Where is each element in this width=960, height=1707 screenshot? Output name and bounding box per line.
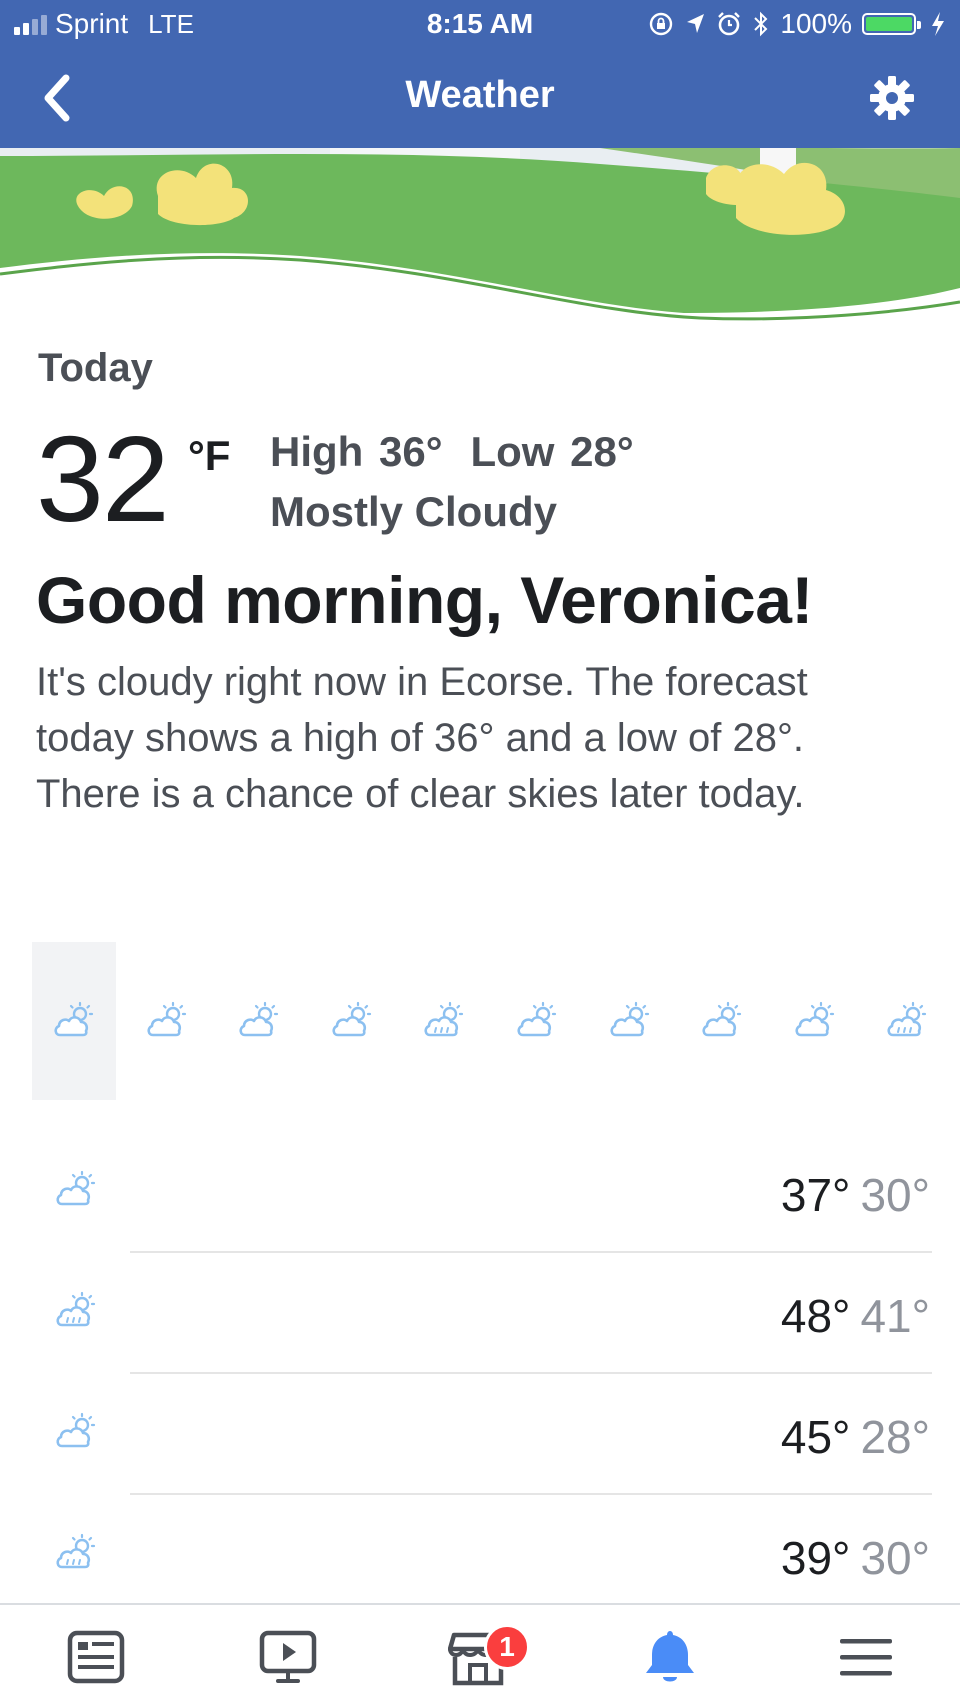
status-right: 100%: [648, 8, 946, 40]
today-high: High 36°: [270, 428, 443, 475]
news-feed-icon[interactable]: [66, 1627, 126, 1687]
daily-icon: [54, 1533, 98, 1573]
partly-cloudy-day-icon: [147, 1001, 187, 1037]
partly-cloudy-day-icon: [795, 1001, 835, 1037]
daily-icon: [54, 1412, 98, 1452]
hourly-item[interactable]: [125, 942, 209, 1100]
orientation-lock-icon: [650, 12, 673, 36]
bluetooth-icon: [754, 11, 768, 37]
partly-cloudy-day-icon: [239, 1001, 279, 1037]
partly-cloudy-day-icon: [610, 1001, 650, 1037]
hourly-item[interactable]: [588, 942, 672, 1100]
greeting-heading: Good morning, Veronica!: [36, 563, 813, 637]
daily-temps: 48° 41°: [781, 1289, 930, 1343]
today-low: Low 28°: [470, 428, 634, 475]
charging-bolt-icon: [932, 12, 944, 36]
daily-forecast-row[interactable]: 39° 30°: [0, 1493, 960, 1615]
today-label: Today: [38, 346, 153, 390]
gear-icon[interactable]: [868, 74, 916, 122]
nav-bar: Weather: [0, 48, 960, 148]
daily-icon: [54, 1170, 98, 1210]
hourly-item[interactable]: [32, 942, 116, 1100]
marketplace-badge: 1: [484, 1624, 530, 1670]
alarm-icon: [718, 12, 741, 36]
daily-forecast-row[interactable]: 37° 30°: [0, 1130, 960, 1252]
daily-temps: 39° 30°: [781, 1531, 930, 1585]
forecast-summary: It's cloudy right now in Ecorse. The for…: [36, 660, 808, 816]
daily-low: 30°: [860, 1169, 930, 1221]
video-play-icon[interactable]: [258, 1627, 318, 1687]
partly-cloudy-day-icon: [702, 1001, 742, 1037]
daily-temps: 37° 30°: [781, 1168, 930, 1222]
bottom-tab-bar: [0, 1603, 960, 1707]
daily-forecast-row[interactable]: 45° 28°: [0, 1372, 960, 1494]
page-title: Weather: [405, 74, 555, 116]
daily-high: 37°: [780, 1169, 851, 1221]
location-arrow-icon: [687, 14, 705, 33]
battery-level: [866, 17, 912, 31]
partly-cloudy-rain-icon: [887, 1001, 927, 1037]
hourly-item[interactable]: [865, 942, 949, 1100]
daily-low: 41°: [860, 1290, 930, 1342]
daily-temps: 45° 28°: [781, 1410, 930, 1464]
bell-icon[interactable]: [640, 1627, 700, 1687]
weather-illustration: [0, 148, 960, 324]
current-condition: Mostly Cloudy: [270, 488, 558, 535]
hamburger-menu-icon[interactable]: [836, 1627, 896, 1687]
partly-cloudy-day-icon: [517, 1001, 557, 1037]
partly-cloudy-day-icon: [56, 1170, 96, 1206]
daily-low: 28°: [860, 1411, 930, 1463]
hourly-item[interactable]: [310, 942, 394, 1100]
partly-cloudy-day-icon: [56, 1412, 96, 1448]
battery-icon: [862, 13, 921, 35]
hourly-item[interactable]: [680, 942, 764, 1100]
grass-hills-illustration: [0, 148, 960, 324]
partly-cloudy-rain-icon: [56, 1533, 96, 1569]
daily-icon: [54, 1291, 98, 1331]
daily-forecast-row[interactable]: 48° 41°: [0, 1251, 960, 1373]
partly-cloudy-day-icon: [54, 1001, 94, 1037]
battery-percent: 100%: [780, 8, 852, 39]
daily-high: 48°: [780, 1290, 851, 1342]
partly-cloudy-rain-icon: [56, 1291, 96, 1327]
hourly-item[interactable]: [402, 942, 486, 1100]
partly-cloudy-rain-icon: [424, 1001, 464, 1037]
top-bar: Sprint LTE 8:15 AM 100% Weather: [0, 0, 960, 148]
hourly-item[interactable]: [773, 942, 857, 1100]
hourly-item[interactable]: [217, 942, 301, 1100]
daily-high: 45°: [780, 1411, 851, 1463]
current-temperature: 32: [36, 411, 170, 547]
daily-high: 39°: [780, 1532, 851, 1584]
temperature-unit: °F: [188, 432, 231, 479]
partly-cloudy-day-icon: [332, 1001, 372, 1037]
status-bar: Sprint LTE 8:15 AM 100%: [0, 0, 960, 48]
daily-low: 30°: [860, 1532, 930, 1584]
high-low: High 36° Low 28°: [270, 428, 634, 476]
hourly-item[interactable]: [495, 942, 579, 1100]
hourly-forecast-strip[interactable]: [32, 942, 932, 1100]
